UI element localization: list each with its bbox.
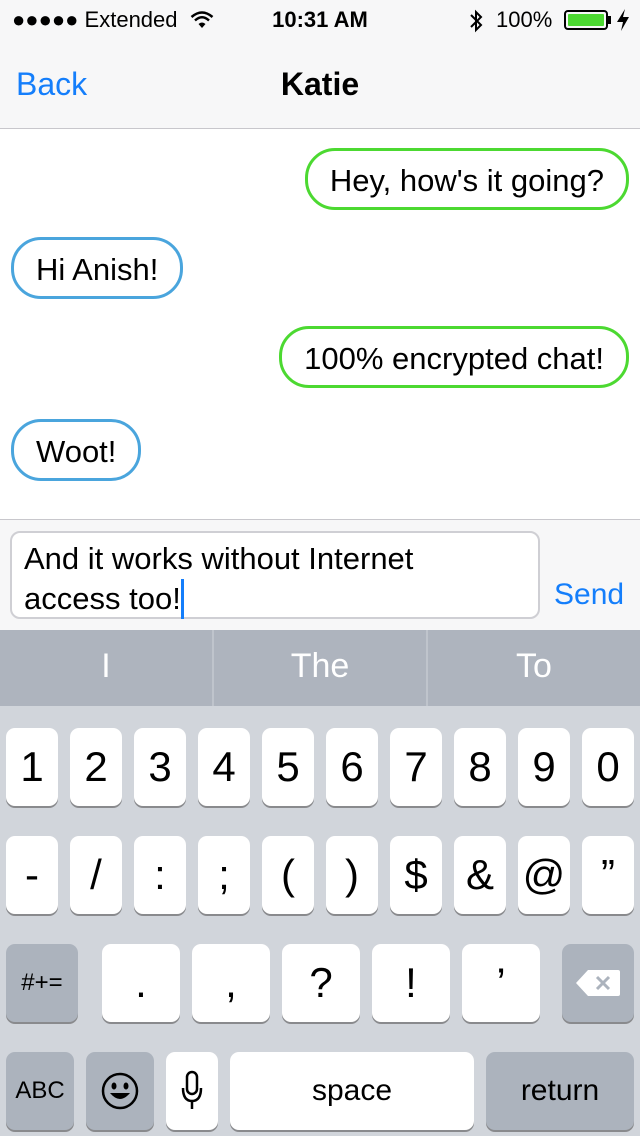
message-input-line: access too! xyxy=(24,579,526,619)
delete-icon xyxy=(576,970,620,996)
suggestion-2[interactable]: The xyxy=(214,630,426,706)
send-button[interactable]: Send xyxy=(554,578,624,612)
text-cursor xyxy=(180,579,184,619)
keyboard: 1 2 3 4 5 6 7 8 9 0 - / : ; ( ) $ & @ ” … xyxy=(0,706,640,1136)
emoji-icon xyxy=(101,1072,139,1110)
suggestion-1[interactable]: I xyxy=(0,630,212,706)
key-5[interactable]: 5 xyxy=(262,728,314,806)
key-3[interactable]: 3 xyxy=(134,728,186,806)
message-bubble-incoming: Hi Anish! xyxy=(11,237,184,299)
abc-key[interactable]: ABC xyxy=(6,1052,74,1130)
navigation-bar: Back Katie xyxy=(0,40,640,129)
status-bar: ●●●●● Extended 10:31 AM 100% xyxy=(0,0,640,40)
key-colon[interactable]: : xyxy=(134,836,186,914)
battery-percent: 100% xyxy=(496,7,553,32)
key-8[interactable]: 8 xyxy=(454,728,506,806)
key-close-paren[interactable]: ) xyxy=(326,836,378,914)
bluetooth-icon xyxy=(470,9,483,33)
predictive-bar: I The To xyxy=(0,630,640,706)
key-dollar[interactable]: $ xyxy=(390,836,442,914)
space-key[interactable]: space xyxy=(230,1052,474,1130)
battery-icon xyxy=(564,10,608,30)
message-bubble-incoming: Woot! xyxy=(11,419,142,481)
return-key[interactable]: return xyxy=(486,1052,634,1130)
key-slash[interactable]: / xyxy=(70,836,122,914)
key-semicolon[interactable]: ; xyxy=(198,836,250,914)
key-question[interactable]: ? xyxy=(282,944,360,1022)
key-hyphen[interactable]: - xyxy=(6,836,58,914)
message-input-text: access too! xyxy=(24,581,181,616)
symbols-toggle-key[interactable]: #+= xyxy=(6,944,78,1022)
key-4[interactable]: 4 xyxy=(198,728,250,806)
key-comma[interactable]: , xyxy=(192,944,270,1022)
key-6[interactable]: 6 xyxy=(326,728,378,806)
key-open-paren[interactable]: ( xyxy=(262,836,314,914)
message-bubble-outgoing: Hey, how's it going? xyxy=(304,148,629,210)
battery-cap-icon xyxy=(608,16,611,24)
key-2[interactable]: 2 xyxy=(70,728,122,806)
key-period[interactable]: . xyxy=(102,944,180,1022)
microphone-icon xyxy=(181,1070,203,1109)
key-at[interactable]: @ xyxy=(518,836,570,914)
message-input[interactable]: And it works without Internet access too… xyxy=(10,531,540,619)
message-input-line: And it works without Internet xyxy=(24,541,414,576)
message-bubble-outgoing: 100% encrypted chat! xyxy=(279,326,629,388)
key-exclamation[interactable]: ! xyxy=(372,944,450,1022)
backspace-key[interactable] xyxy=(562,944,634,1022)
dictation-key[interactable] xyxy=(166,1052,218,1130)
key-quote[interactable]: ” xyxy=(582,836,634,914)
key-ampersand[interactable]: & xyxy=(454,836,506,914)
page-title: Katie xyxy=(280,66,360,102)
key-0[interactable]: 0 xyxy=(582,728,634,806)
suggestion-3[interactable]: To xyxy=(428,630,640,706)
key-7[interactable]: 7 xyxy=(390,728,442,806)
emoji-key[interactable] xyxy=(86,1052,154,1130)
key-apostrophe[interactable]: ’ xyxy=(462,944,540,1022)
charging-bolt-icon xyxy=(617,9,629,31)
key-1[interactable]: 1 xyxy=(6,728,58,806)
composer-bar: And it works without Internet access too… xyxy=(0,519,640,631)
key-9[interactable]: 9 xyxy=(518,728,570,806)
message-list: Hey, how's it going? Hi Anish! 100% encr… xyxy=(0,129,640,519)
